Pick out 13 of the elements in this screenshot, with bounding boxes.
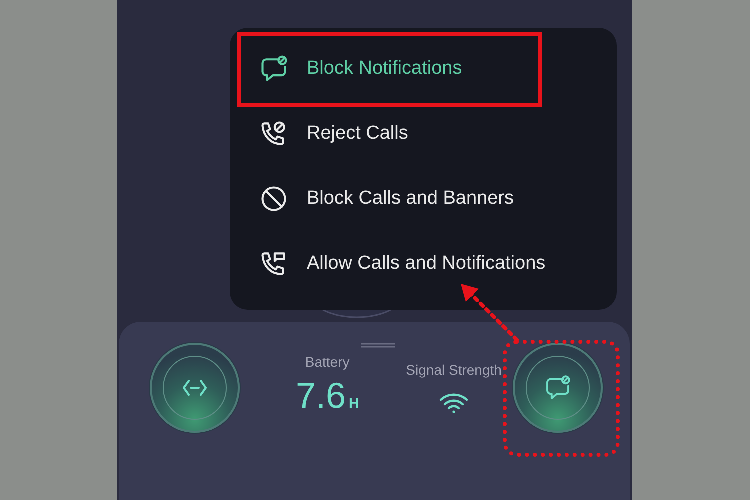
menu-item[interactable]: Block Calls and Banners [230, 166, 617, 231]
menu-item[interactable]: Block Notifications [230, 36, 617, 101]
battery-unit: H [349, 394, 360, 412]
wifi-icon [439, 392, 470, 414]
menu-item[interactable]: Allow Calls and Notifications [230, 231, 617, 296]
battery-label: Battery [305, 354, 350, 370]
signal-label: Signal Strength [406, 362, 502, 378]
battery-value: 7.6 [296, 376, 346, 416]
menu-item[interactable]: Reject Calls [230, 101, 617, 166]
block-icon [259, 184, 289, 214]
message-block-icon [259, 54, 289, 84]
drag-handle[interactable] [361, 343, 395, 348]
message-block-icon [544, 374, 572, 402]
